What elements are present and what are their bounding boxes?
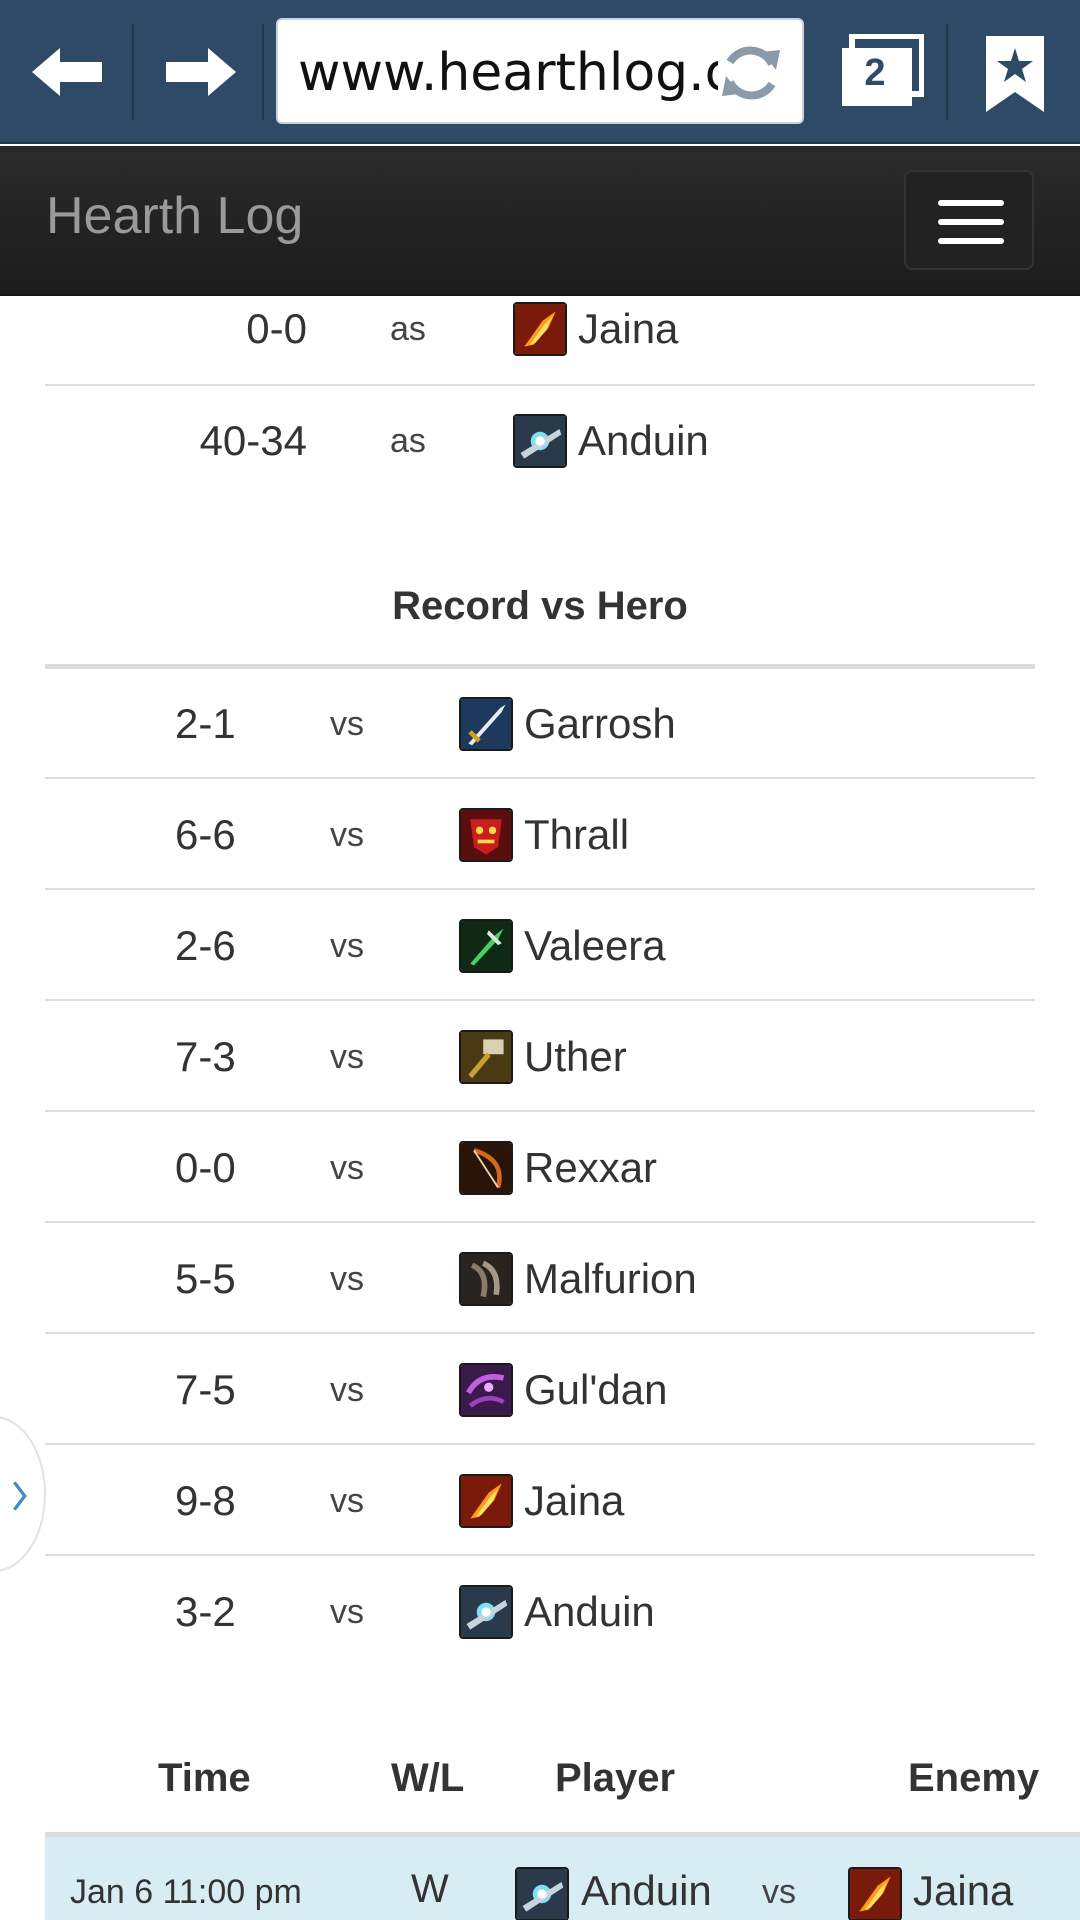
address-bar[interactable]: www.hearthlog.com	[276, 18, 804, 124]
record-value: 9-8	[175, 1477, 236, 1524]
reload-icon[interactable]	[716, 38, 786, 108]
back-button[interactable]	[12, 20, 122, 124]
vs-label: vs	[762, 1873, 796, 1911]
record-vs-row: 7-5 vs Gul'dan	[45, 1335, 1035, 1445]
arrow-right-icon	[166, 48, 236, 96]
hero-name: Anduin	[524, 1588, 655, 1635]
as-label: as	[390, 310, 426, 348]
record-vs-row: 7-3 vs Uther	[45, 1002, 1035, 1112]
menu-line	[938, 238, 1004, 244]
record-value: 2-6	[175, 922, 236, 969]
column-header-time[interactable]: Time	[158, 1756, 251, 1801]
vs-label: vs	[330, 927, 364, 965]
vs-label: vs	[330, 1149, 364, 1187]
enemy-hero: Jaina	[913, 1867, 1014, 1914]
hero-name: Jaina	[524, 1477, 625, 1524]
record-vs-row: 3-2 vs Anduin	[45, 1557, 1035, 1667]
record-vs-row: 2-6 vs Valeera	[45, 891, 1035, 1001]
warlock-icon	[459, 1363, 513, 1417]
priest-icon	[515, 1867, 569, 1920]
mage-fire-icon	[848, 1867, 902, 1920]
toolbar-divider	[946, 24, 948, 120]
tab-count: 2	[864, 52, 886, 94]
page-content: 0-0 as Jaina 40-34 as Anduin Record vs H…	[0, 298, 1080, 1920]
column-header-enemy[interactable]: Enemy	[908, 1756, 1039, 1801]
toolbar-divider	[262, 24, 264, 120]
side-drawer-toggle[interactable]	[0, 1416, 46, 1572]
hero-name: Malfurion	[524, 1255, 697, 1302]
game-time: Jan 6 11:00 pm	[70, 1873, 302, 1911]
paladin-hammer-icon	[459, 1030, 513, 1084]
record-vs-row: 6-6 vs Thrall	[45, 780, 1035, 890]
record-value: 2-1	[175, 700, 236, 747]
tabs-button[interactable]: 2	[840, 34, 924, 108]
menu-line	[938, 219, 1004, 225]
hero-name: Jaina	[578, 305, 679, 352]
vs-label: vs	[330, 816, 364, 854]
hero-name: Anduin	[578, 417, 709, 464]
game-row[interactable]: Jan 6 11:00 pm W Anduin vs Jaina	[45, 1837, 1080, 1920]
vs-label: vs	[330, 1038, 364, 1076]
toolbar-divider	[132, 24, 134, 120]
vs-label: vs	[330, 1482, 364, 1520]
column-header-player[interactable]: Player	[555, 1756, 675, 1801]
hero-name: Valeera	[524, 922, 666, 969]
hero-name: Garrosh	[524, 700, 676, 747]
player-hero: Anduin	[581, 1867, 712, 1914]
hero-name: Rexxar	[524, 1144, 658, 1191]
record-as-row: 40-34 as Anduin	[45, 386, 1035, 496]
hamburger-menu-button[interactable]	[904, 170, 1034, 270]
record-value: 7-3	[175, 1033, 236, 1080]
record-value: 5-5	[175, 1255, 236, 1302]
app-navbar: Hearth Log	[0, 146, 1080, 296]
column-header-wl[interactable]: W/L	[391, 1756, 464, 1801]
record-value: 6-6	[175, 811, 236, 858]
record-vs-row: 5-5 vs Malfurion	[45, 1224, 1035, 1334]
hero-name: Uther	[524, 1033, 627, 1080]
druid-claw-icon	[459, 1252, 513, 1306]
hero-name: Thrall	[524, 811, 630, 858]
record-value: 40-34	[199, 417, 307, 464]
as-label: as	[390, 422, 426, 460]
hero-name: Gul'dan	[524, 1366, 668, 1413]
record-vs-row: 9-8 vs Jaina	[45, 1446, 1035, 1556]
rogue-dagger-icon	[459, 919, 513, 973]
vs-label: vs	[330, 705, 364, 743]
brand-title[interactable]: Hearth Log	[46, 186, 303, 246]
chevron-right-icon	[13, 1481, 27, 1511]
record-value: 0-0	[246, 305, 307, 352]
warrior-sword-icon	[459, 697, 513, 751]
browser-toolbar: www.hearthlog.com 2	[0, 0, 1080, 144]
record-value: 0-0	[175, 1144, 236, 1191]
mage-fire-icon	[513, 302, 567, 356]
bookmark-icon[interactable]	[982, 34, 1048, 114]
record-vs-row: 2-1 vs Garrosh	[45, 669, 1035, 779]
shaman-icon	[459, 808, 513, 862]
arrow-left-icon	[32, 48, 102, 96]
record-value: 3-2	[175, 1588, 236, 1635]
game-result: W	[411, 1867, 449, 1911]
vs-label: vs	[330, 1371, 364, 1409]
section-title-record-vs-hero: Record vs Hero	[392, 584, 688, 628]
forward-button[interactable]	[146, 20, 256, 124]
record-as-row: 0-0 as Jaina	[45, 298, 1035, 386]
vs-label: vs	[330, 1260, 364, 1298]
record-vs-row: 0-0 vs Rexxar	[45, 1113, 1035, 1223]
priest-icon	[513, 414, 567, 468]
priest-icon	[459, 1585, 513, 1639]
mage-fire-icon	[459, 1474, 513, 1528]
hunter-bow-icon	[459, 1141, 513, 1195]
menu-line	[938, 200, 1004, 206]
vs-label: vs	[330, 1593, 364, 1631]
record-value: 7-5	[175, 1366, 236, 1413]
url-text[interactable]: www.hearthlog.com	[298, 42, 718, 104]
